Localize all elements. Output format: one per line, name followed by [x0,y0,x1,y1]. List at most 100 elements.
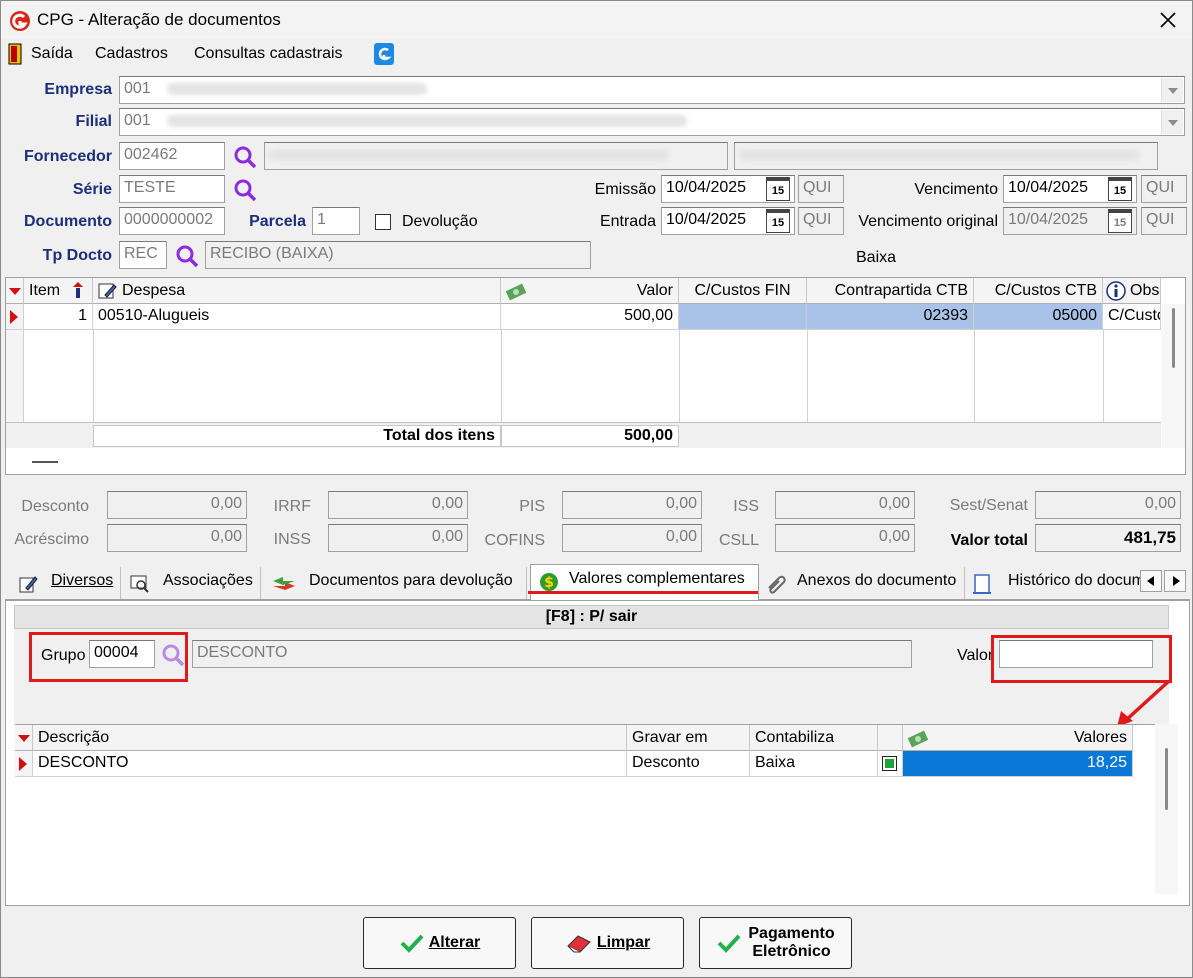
tab-historico[interactable]: Histórico do docum [968,567,1140,599]
pis-field: 0,00 [562,491,702,519]
sort-indicator[interactable] [6,278,24,304]
scrollbar-thumb[interactable] [1165,748,1168,810]
table-cell-flag[interactable] [878,751,903,777]
vencimento-weekday: QUI [1141,175,1187,203]
irrf-label: IRRF [273,498,311,515]
svg-text:$: $ [544,575,554,591]
col-contrapartida[interactable]: Contrapartida CTB [807,278,974,304]
col-obs-label: Obs [1130,282,1160,299]
chevron-down-icon[interactable] [1161,78,1183,102]
devolucao-label: Devolução [402,213,478,230]
table-cell-gravar-em[interactable]: Desconto [627,751,750,777]
fornecedor-name-field [264,142,728,170]
pagamento-label-line1: Pagamento [748,925,835,942]
calendar-icon[interactable]: 15 [766,209,790,233]
search-icon[interactable] [232,177,258,203]
tab-valores-complementares[interactable]: $ Valores complementares [530,564,759,600]
table-cell-item[interactable]: 1 [24,304,93,330]
splitter-handle[interactable] [32,461,58,463]
cofins-field: 0,00 [562,524,702,552]
eraser-icon [566,935,591,953]
table-cell-contabiliza[interactable]: Baixa [750,751,878,777]
table-cell-valores[interactable]: 18,25 [903,751,1133,777]
documento-input[interactable]: 0000000002 [119,207,225,235]
search-icon[interactable] [232,144,258,170]
limpar-button[interactable]: Limpar [531,917,684,969]
sort-indicator[interactable] [15,725,33,751]
menu-saida[interactable]: Saída [31,45,73,63]
row-indicator [15,751,33,777]
calendar-icon[interactable]: 15 [766,177,790,201]
tab-scroll-left-button[interactable] [1140,570,1162,592]
col-obs[interactable]: Obs [1103,278,1161,304]
scrollbar[interactable] [1155,724,1178,894]
col-gravar-em[interactable]: Gravar em [627,725,750,751]
tab-diversos[interactable]: Diversos [15,567,121,599]
venc-original-label: Vencimento original [858,213,998,230]
tab-documentos-devolucao[interactable]: Documentos para devolução [265,567,527,599]
annotation-highlight-grupo [29,632,188,682]
menu-bar: Saída Cadastros Consultas cadastrais [1,39,1192,71]
col-item-label: Item [29,282,61,299]
app-logo-icon [10,11,30,31]
parcela-input[interactable]: 1 [312,207,360,235]
tab-anexos[interactable]: Anexos do documento [761,567,965,599]
tab-scroll-right-button[interactable] [1164,570,1186,592]
iss-field: 0,00 [775,491,915,519]
table-cell-contrapartida[interactable]: 02393 [807,304,974,330]
empresa-select[interactable]: 001 [119,76,1185,104]
serie-input[interactable]: TESTE [119,175,225,203]
fornecedor-fantasy-field [734,142,1158,170]
search-icon[interactable] [174,243,200,269]
scrollbar[interactable] [1162,304,1185,448]
vencimento-date-input[interactable]: 10/04/2025 15 [1003,175,1137,203]
table-cell-ccctb[interactable]: 05000 [974,304,1103,330]
emissao-date-input[interactable]: 10/04/2025 15 [661,175,795,203]
close-icon[interactable] [1159,11,1177,29]
exit-door-icon[interactable] [7,43,23,65]
table-cell-despesa[interactable]: 00510-Alugueis [93,304,501,330]
alterar-button[interactable]: Alterar [363,917,516,969]
tpdocto-code-input[interactable]: REC [119,241,167,269]
pagamento-eletronico-button[interactable]: Pagamento Eletrônico [699,917,852,969]
tab-associacoes[interactable]: Associações [125,567,261,599]
calendar-icon[interactable]: 15 [1108,177,1132,201]
scrollbar-thumb[interactable] [1172,308,1175,368]
grid-line [807,330,808,422]
empresa-label: Empresa [44,81,112,98]
col-flag[interactable] [878,725,903,751]
csll-label: CSLL [718,532,759,549]
col-valores[interactable]: Valores [903,725,1133,751]
col-ccfin[interactable]: C/Custos FIN [679,278,807,304]
menu-consultas-cadastrais[interactable]: Consultas cadastrais [194,45,343,63]
acrescimo-label: Acréscimo [14,531,89,548]
money-icon [505,283,527,301]
table-cell-valor[interactable]: 500,00 [501,304,679,330]
iss-label: ISS [733,498,759,515]
edit-pencil-icon [98,283,117,299]
sort-up-icon [73,282,83,298]
tpdocto-desc-field: RECIBO (BAIXA) [205,241,591,269]
pencil-doc-icon [19,576,38,593]
entrada-label: Entrada [599,213,656,230]
col-despesa[interactable]: Despesa [93,278,501,304]
chevron-down-icon[interactable] [1161,110,1183,134]
col-valor[interactable]: Valor [501,278,679,304]
filial-select[interactable]: 001 [119,108,1185,136]
menu-cadastros[interactable]: Cadastros [95,45,168,63]
table-cell-ccfin[interactable] [679,304,807,330]
col-contabiliza[interactable]: Contabiliza [750,725,878,751]
annotation-highlight-valor [991,635,1172,683]
irrf-field: 0,00 [328,491,468,519]
table-cell-descricao[interactable]: DESCONTO [33,751,627,777]
app-menu-icon[interactable] [373,42,395,66]
fornecedor-code-input[interactable]: 002462 [119,142,225,170]
arrow-left-icon [1147,576,1154,586]
col-descricao[interactable]: Descrição [33,725,627,751]
col-ccctb[interactable]: C/Custos CTB [974,278,1103,304]
entrada-date-input[interactable]: 10/04/2025 15 [661,207,795,235]
table-cell-obs[interactable]: C/Custo [1103,304,1161,330]
devolucao-checkbox[interactable] [375,214,391,230]
col-item[interactable]: Item [24,278,93,304]
window-title: CPG - Alteração de documentos [37,10,281,29]
